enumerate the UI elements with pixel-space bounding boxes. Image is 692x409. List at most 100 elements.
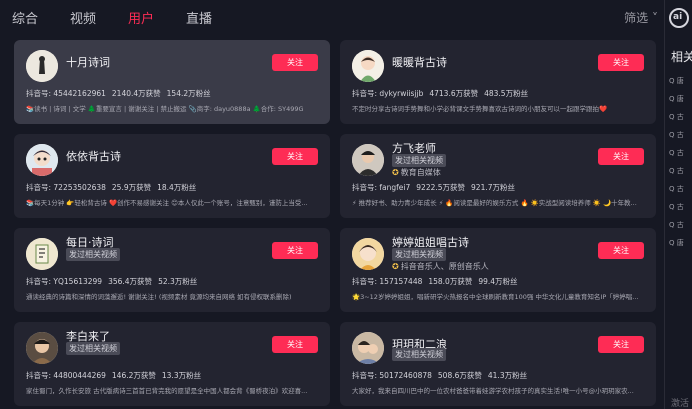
follow-button[interactable]: 关注 (598, 54, 644, 71)
douyin-id: 抖音号: fangfei7 (352, 183, 411, 192)
user-avatar[interactable] (352, 238, 384, 270)
verified-icon: ✪ (392, 262, 399, 271)
fans-count: 99.4万粉丝 (478, 277, 518, 286)
related-video-badge: 发过相关视频 (66, 248, 120, 261)
likes-count: 4713.6万获赞 (429, 89, 479, 98)
fans-count: 921.7万粉丝 (471, 183, 516, 192)
user-bio: 通读经典的诗篇和深情的词藻邂逅! 谢谢关注! (视频素材 竟源均来自网络 如有侵… (26, 293, 292, 301)
related-search-item[interactable]: Q 唐 (669, 94, 684, 104)
likes-count: 146.2万获赞 (111, 371, 156, 380)
related-search-item[interactable]: Q 古 (669, 202, 684, 212)
tab-live[interactable]: 直播 (186, 8, 212, 27)
ai-assistant-icon[interactable]: ai (669, 8, 689, 28)
user-name[interactable]: 十月诗词 (66, 54, 110, 70)
user-tagline: 发过相关视频 ✪ 抖音音乐人、原创音乐人 (392, 248, 489, 272)
user-avatar[interactable] (352, 332, 384, 364)
user-avatar[interactable] (352, 144, 384, 176)
user-stats: 抖音号: YQ15613299 356.4万获赞 52.3万粉丝 (26, 276, 203, 287)
likes-count: 2140.4万获赞 (111, 89, 161, 98)
douyin-id: 抖音号: YQ15613299 (26, 277, 103, 286)
likes-count: 25.9万获赞 (111, 183, 152, 192)
likes-count: 158.0万获赞 (428, 277, 473, 286)
user-bio: 🌟3~12岁婷婷姐姐，唱新研学火热报名中全球刷新教育100强 中华文化儿童教育知… (352, 293, 639, 301)
filter-button[interactable]: 筛选 ˅ (624, 9, 658, 26)
verified-icon: ✪ (392, 168, 399, 177)
fans-count: 18.4万粉丝 (157, 183, 197, 192)
related-search-item[interactable]: Q 古 (669, 112, 684, 122)
related-search-item[interactable]: Q 唐 (669, 238, 684, 248)
category-tabs: 综合 视频 用户 直播 (0, 0, 660, 34)
fans-count: 13.3万粉丝 (161, 371, 202, 380)
tab-comprehensive[interactable]: 综合 (12, 8, 38, 27)
likes-count: 356.4万获赞 (108, 277, 153, 286)
follow-button[interactable]: 关注 (272, 54, 318, 71)
user-tagline: 发过相关视频 (392, 348, 446, 361)
douyin-id: 抖音号: 157157448 (352, 277, 423, 286)
user-avatar[interactable] (352, 50, 384, 82)
user-avatar[interactable] (26, 238, 58, 270)
user-card[interactable]: 十月诗词 关注 抖音号: 45442162961 2140.4万获赞 154.2万粉… (14, 40, 330, 124)
related-video-badge: 发过相关视频 (392, 248, 446, 261)
user-card[interactable]: 每日·诗词 发过相关视频 关注 抖音号: YQ15613299 356.4万获赞 5… (14, 228, 330, 312)
related-search-item[interactable]: Q 古 (669, 130, 684, 140)
user-tagline: 发过相关视频 ✪ 教育自媒体 (392, 154, 446, 178)
user-card[interactable]: 暖暖背古诗 关注 抖音号: dykyrwiisjjb 4713.6万获赞 483.5… (340, 40, 656, 124)
user-card[interactable]: 婷婷姐姐唱古诗 发过相关视频 ✪ 抖音音乐人、原创音乐人 关注 抖音号: 1571… (340, 228, 656, 312)
related-search-item[interactable]: Q 古 (669, 220, 684, 230)
follow-button[interactable]: 关注 (598, 336, 644, 353)
likes-count: 9222.5万获赞 (416, 183, 466, 192)
user-bio: 📚每天1分钟 👉轻松背古诗 ❤️创作不易感谢关注 😊本人仅此一个账号，注意甄别，… (26, 199, 308, 207)
douyin-id: 抖音号: 45442162961 (26, 89, 106, 98)
user-avatar[interactable] (26, 144, 58, 176)
related-video-badge: 发过相关视频 (392, 154, 446, 167)
follow-button[interactable]: 关注 (598, 242, 644, 259)
user-stats: 抖音号: 72253502638 25.9万获赞 18.4万粉丝 (26, 182, 202, 193)
verified-label: 教育自媒体 (400, 168, 441, 177)
related-search-sidebar: ai 相关 Q 唐 Q 唐 Q 古 Q 古 Q 古 Q 古 Q 古 Q 古 Q … (664, 0, 692, 409)
related-video-badge: 发过相关视频 (392, 348, 446, 361)
related-search-item[interactable]: Q 古 (669, 166, 684, 176)
user-card[interactable]: 依依背古诗 关注 抖音号: 72253502638 25.9万获赞 18.4万粉丝 … (14, 134, 330, 218)
user-stats: 抖音号: 50172460878 508.6万获赞 41.3万粉丝 (352, 370, 533, 381)
user-bio: 大家好，我来自四川巴中的一位农村爸爸带着娃游学农村孩子的真实生活!唯一小号@小玥… (352, 387, 634, 395)
douyin-id: 抖音号: dykyrwiisjjb (352, 89, 424, 98)
user-card[interactable]: 方飞老师 发过相关视频 ✪ 教育自媒体 关注 抖音号: fangfei7 9222.… (340, 134, 656, 218)
related-video-badge: 发过相关视频 (66, 342, 120, 355)
follow-button[interactable]: 关注 (598, 148, 644, 165)
user-tagline: 发过相关视频 (66, 342, 120, 355)
user-bio: 不定时分享古诗词手势舞和小学必背课文手势舞喜欢古诗词的小朋友可以一起跟学跟拍❤️ (352, 105, 608, 113)
tab-video[interactable]: 视频 (70, 8, 96, 27)
user-name[interactable]: 暖暖背古诗 (392, 54, 447, 70)
user-bio: 家住蜀门，久作长安旅 古代版病诗三首首已背完我的愿望是全中国人都会背《蜀桥夜泊》… (26, 387, 308, 395)
user-card[interactable]: 李白来了 发过相关视频 关注 抖音号: 44800444269 146.2万获赞 1… (14, 322, 330, 406)
user-stats: 抖音号: fangfei7 9222.5万获赞 921.7万粉丝 (352, 182, 521, 193)
related-search-item[interactable]: Q 唐 (669, 76, 684, 86)
related-search-item[interactable]: Q 古 (669, 148, 684, 158)
user-stats: 抖音号: dykyrwiisjjb 4713.6万获赞 483.5万粉丝 (352, 88, 534, 99)
fans-count: 483.5万粉丝 (484, 89, 529, 98)
user-tagline: 发过相关视频 (66, 248, 120, 261)
fans-count: 154.2万粉丝 (166, 89, 211, 98)
douyin-id: 抖音号: 72253502638 (26, 183, 106, 192)
fans-count: 52.3万粉丝 (158, 277, 198, 286)
related-title: 相关 (671, 50, 692, 64)
user-avatar[interactable] (26, 50, 58, 82)
likes-count: 508.6万获赞 (437, 371, 482, 380)
user-bio: ⚡ 推荐好书、助力青少年成长 ⚡ 🔥阅读是最好的娱乐方式 🔥 ☀️实战型阅读培养… (352, 199, 637, 207)
user-stats: 抖音号: 157157448 158.0万获赞 99.4万粉丝 (352, 276, 524, 287)
user-stats: 抖音号: 44800444269 146.2万获赞 13.3万粉丝 (26, 370, 207, 381)
follow-button[interactable]: 关注 (272, 148, 318, 165)
activation-watermark: 激活 W (671, 399, 692, 409)
follow-button[interactable]: 关注 (272, 242, 318, 259)
user-bio: 📚读书 | 诗词 | 文学 🌲重要宣言 | 谢谢关注 | 禁止搬运 📎商字: d… (26, 105, 304, 113)
user-stats: 抖音号: 45442162961 2140.4万获赞 154.2万粉丝 (26, 88, 217, 99)
user-avatar[interactable] (26, 332, 58, 364)
follow-button[interactable]: 关注 (272, 336, 318, 353)
user-name[interactable]: 依依背古诗 (66, 148, 121, 164)
user-card[interactable]: 玥玥和二浪 发过相关视频 关注 抖音号: 50172460878 508.6万获赞… (340, 322, 656, 406)
douyin-id: 抖音号: 50172460878 (352, 371, 432, 380)
douyin-id: 抖音号: 44800444269 (26, 371, 106, 380)
tab-user[interactable]: 用户 (128, 8, 154, 27)
fans-count: 41.3万粉丝 (487, 371, 528, 380)
related-search-item[interactable]: Q 古 (669, 184, 684, 194)
